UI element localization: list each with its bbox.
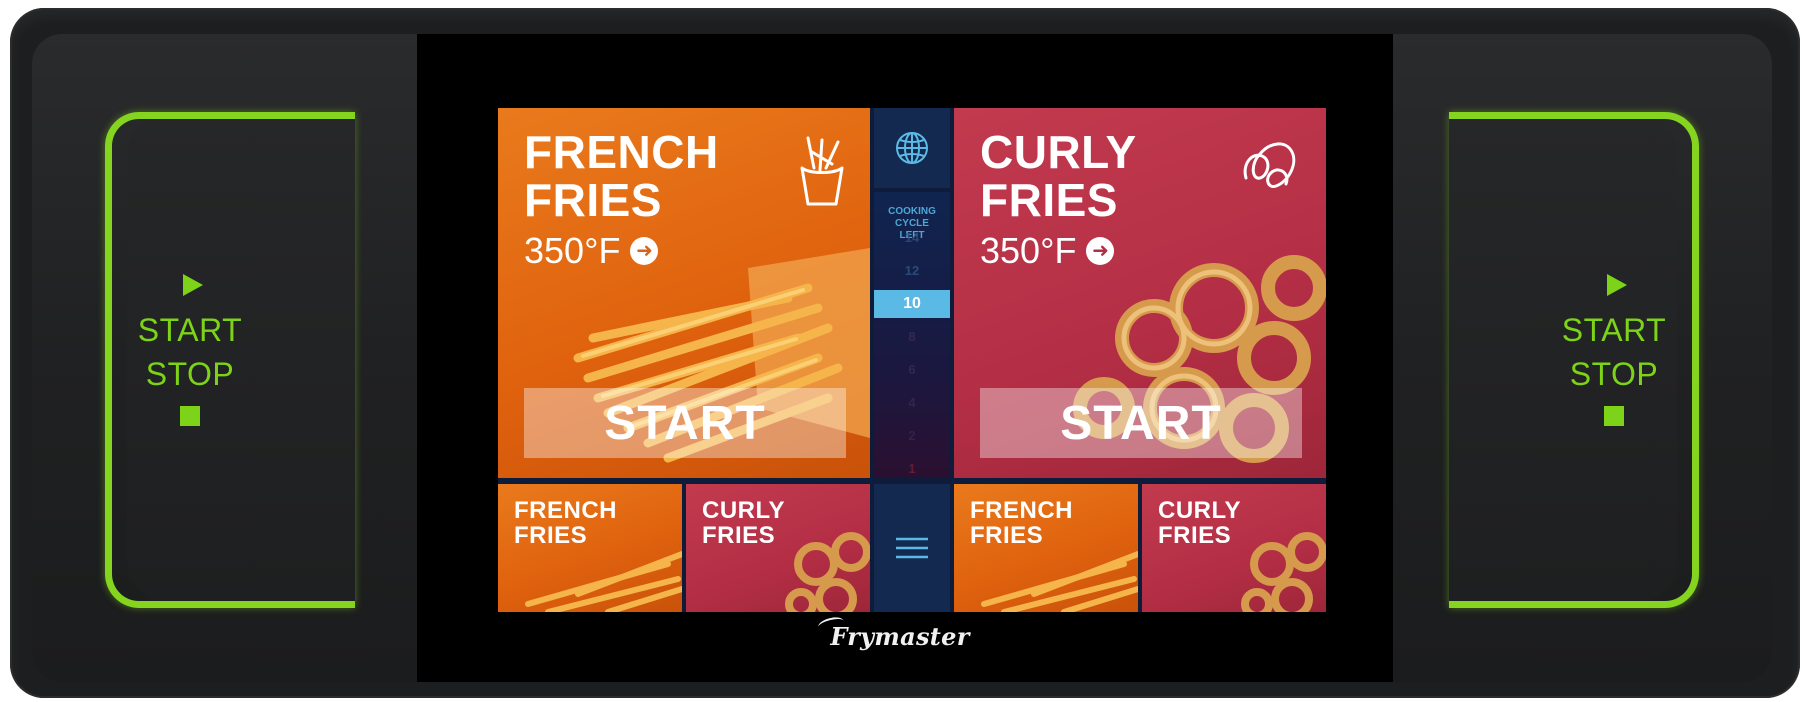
preset-tile-french-fries[interactable]: FRENCH FRIES xyxy=(498,484,682,612)
menu-icon xyxy=(896,537,928,559)
brand-name: Frymaster xyxy=(830,622,970,651)
product-tile-curly-fries[interactable]: CURLY FRIES 350°F ➜ START xyxy=(954,108,1326,478)
preset-name: CURLY FRIES xyxy=(702,497,785,549)
right-start-stop-button[interactable]: START STOP xyxy=(1539,274,1689,474)
preset-name: FRENCH FRIES xyxy=(970,497,1073,549)
temperature-value: 350°F xyxy=(980,230,1077,271)
temperature-value: 350°F xyxy=(524,230,621,271)
stop-icon xyxy=(1604,406,1624,426)
cycle-number: 14 xyxy=(904,230,920,245)
play-icon xyxy=(183,274,203,296)
stop-label: STOP xyxy=(1569,356,1659,392)
product-name: FRENCH FRIES xyxy=(524,126,719,226)
start-label: START xyxy=(1561,312,1667,348)
right-side-panel: START STOP xyxy=(1387,34,1772,682)
cycle-number: 12 xyxy=(904,263,920,278)
globe-icon xyxy=(896,132,928,164)
start-button[interactable]: START xyxy=(524,388,846,458)
preset-tile-curly-fries[interactable]: CURLY FRIES xyxy=(1142,484,1326,612)
arrow-right-icon[interactable]: ➜ xyxy=(630,237,659,265)
preset-tile-french-fries[interactable]: FRENCH FRIES xyxy=(954,484,1138,612)
cycle-number: 6 xyxy=(908,362,916,377)
brand-logo: Frymaster xyxy=(800,615,1000,651)
cooking-cycle-counter: COOKING CYCLE LEFT 14 12 10 8 6 4 2 1 xyxy=(874,192,950,478)
product-temperature: 350°F ➜ xyxy=(524,230,659,272)
preset-tile-curly-fries[interactable]: CURLY FRIES xyxy=(686,484,870,612)
language-button[interactable] xyxy=(874,108,950,188)
stop-icon xyxy=(180,406,200,426)
center-column: COOKING CYCLE LEFT 14 12 10 8 6 4 2 1 xyxy=(874,108,950,612)
start-button[interactable]: START xyxy=(980,388,1302,458)
product-temperature: 350°F ➜ xyxy=(980,230,1115,272)
cycle-number: 10 xyxy=(874,290,950,318)
cycle-number: 8 xyxy=(908,329,916,344)
menu-button[interactable] xyxy=(874,484,950,612)
preset-name: FRENCH FRIES xyxy=(514,497,617,549)
cycle-number: 1 xyxy=(908,461,916,476)
product-tile-french-fries[interactable]: FRENCH FRIES 350°F ➜ START xyxy=(498,108,870,478)
arrow-right-icon[interactable]: ➜ xyxy=(1086,237,1115,265)
left-start-stop-button[interactable]: START STOP xyxy=(115,274,265,474)
preset-name: CURLY FRIES xyxy=(1158,497,1241,549)
touchscreen: FRENCH FRIES 350°F ➜ START CURLY FRIES 3… xyxy=(498,108,1326,612)
cycle-number: 2 xyxy=(908,428,916,443)
play-icon xyxy=(1607,274,1627,296)
fries-cup-icon xyxy=(800,136,844,206)
cycle-number: 4 xyxy=(908,395,916,410)
left-side-panel: START STOP xyxy=(32,34,417,682)
curly-swirl-icon xyxy=(1243,142,1296,188)
start-label: START xyxy=(137,312,243,348)
product-name: CURLY FRIES xyxy=(980,126,1136,226)
stop-label: STOP xyxy=(145,356,235,392)
